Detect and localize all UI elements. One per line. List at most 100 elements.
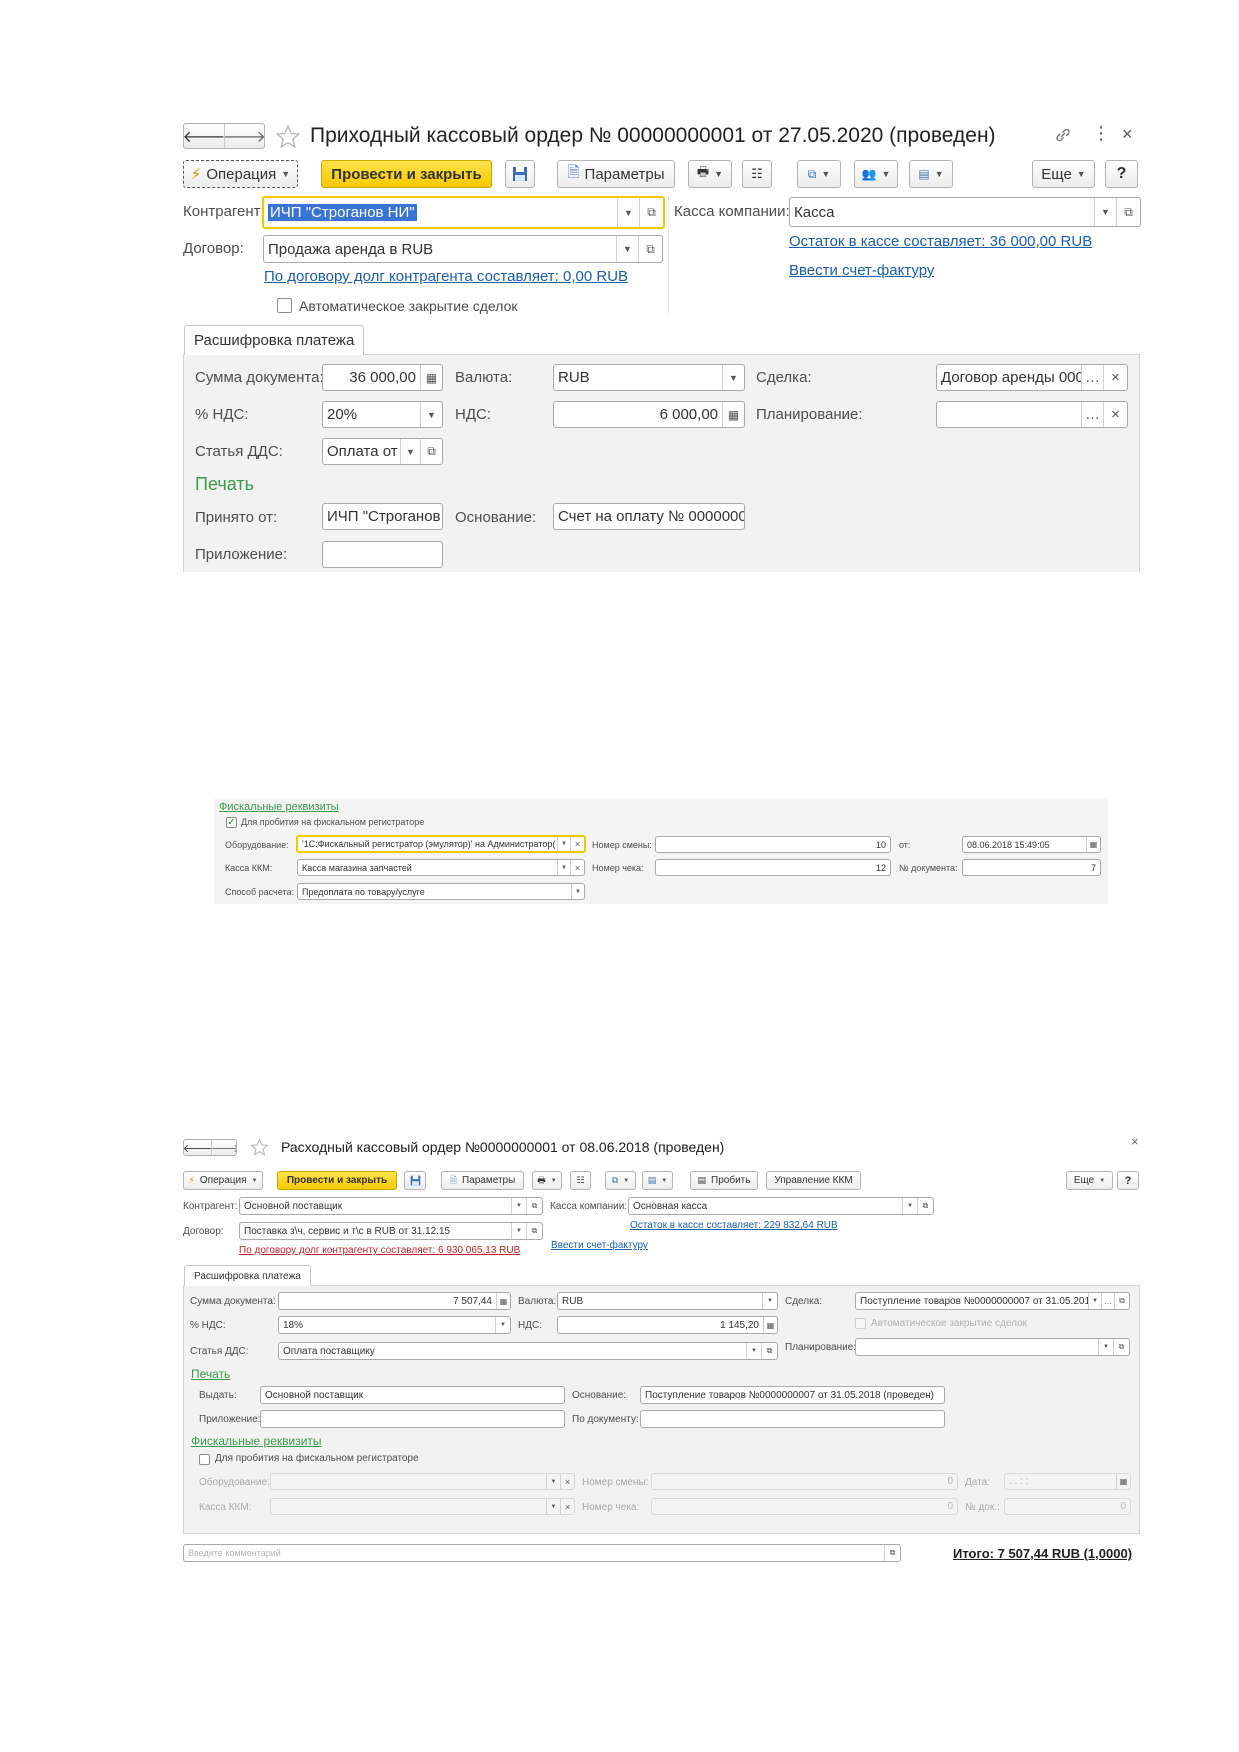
dropdown-icon[interactable]: ▼ [557, 860, 570, 875]
open-icon[interactable]: ⧉ [526, 1198, 542, 1214]
basis-field[interactable]: Поступление товаров №0000000007 от 31.05… [640, 1386, 945, 1404]
shift-field[interactable]: 0 [651, 1473, 958, 1490]
contract-field[interactable]: Поставка з\ч, сервис и т\с в RUB от 31.1… [239, 1222, 543, 1240]
dropdown-icon[interactable]: ▼ [1094, 198, 1116, 226]
received-field[interactable]: ИЧП "Строганов Н [322, 503, 443, 530]
payment-method-field[interactable]: Предоплата по товару/услуге ▼ [297, 883, 585, 900]
save-button[interactable] [505, 160, 535, 188]
forward-button[interactable]: 🡒 [210, 1140, 236, 1155]
clear-icon[interactable]: × [570, 860, 584, 875]
forward-button[interactable]: 🡒 [223, 124, 264, 148]
kkm-field[interactable]: ▼ × [270, 1498, 575, 1515]
operation-button[interactable]: ⚡ Операция ▼ [183, 1171, 263, 1190]
invoice-link[interactable]: Ввести счет-фактуру [551, 1240, 648, 1251]
punch-button[interactable]: ▤ Пробить [690, 1171, 758, 1190]
vat-field[interactable]: 1 145,20 ▦ [557, 1316, 778, 1334]
clear-icon[interactable]: × [570, 837, 584, 851]
dropdown-icon[interactable]: ▼ [762, 1293, 777, 1309]
more-menu-icon[interactable]: ⋮ [1092, 123, 1110, 144]
more-button[interactable]: Еще ▼ [1032, 160, 1095, 188]
currency-field[interactable]: RUB ▼ [557, 1292, 778, 1310]
tab-payment-breakdown[interactable]: Расшифровка платежа [184, 1265, 311, 1286]
dropdown-icon[interactable]: ▼ [1098, 1339, 1113, 1355]
open-icon[interactable]: ⧉ [526, 1223, 542, 1239]
select-icon[interactable]: … [1081, 402, 1103, 427]
dropdown-icon[interactable]: ▼ [495, 1317, 510, 1333]
calendar-icon[interactable]: ▦ [1086, 837, 1100, 852]
basis-field[interactable]: Счет на оплату № 00000000 [553, 503, 745, 530]
operation-button[interactable]: ⚡ Операция ▼ [183, 160, 298, 188]
shift-field[interactable]: 10 [655, 836, 891, 853]
dropdown-icon[interactable]: ▼ [616, 236, 638, 262]
create-based-button[interactable]: ⧉ ▼ [605, 1171, 636, 1190]
dropdown-icon[interactable]: ▼ [511, 1223, 526, 1239]
print-button[interactable]: 🖶 ▼ [688, 160, 732, 188]
dropdown-icon[interactable]: ▼ [571, 884, 584, 899]
equipment-field[interactable]: ▼ × [270, 1473, 575, 1490]
contract-field[interactable]: Продажа аренда в RUB ▼ ⧉ [263, 235, 663, 263]
dropdown-icon[interactable]: ▼ [546, 1499, 560, 1514]
more-button[interactable]: Еще ▼ [1066, 1171, 1113, 1190]
help-button[interactable]: ? [1117, 1171, 1139, 1190]
open-icon[interactable]: ⧉ [884, 1545, 900, 1561]
sum-field[interactable]: 7 507,44 ▦ [278, 1292, 511, 1310]
fiscal-details-link[interactable]: Фискальные реквизиты [191, 1434, 322, 1448]
users-button[interactable]: 👥 ▼ [854, 160, 898, 188]
balance-link[interactable]: Остаток в кассе составляет: 229 832,64 R… [630, 1220, 838, 1231]
fiscal-checkbox[interactable] [199, 1454, 210, 1465]
favorite-star-icon[interactable] [275, 124, 301, 150]
cash-field[interactable]: Основная касса ▼ ⧉ [628, 1197, 934, 1215]
clear-icon[interactable]: × [1103, 402, 1127, 427]
deal-field[interactable]: Поступление товаров №0000000007 от 31.05… [855, 1292, 1130, 1310]
docnum-field[interactable]: 0 [1004, 1498, 1131, 1515]
open-icon[interactable]: ⧉ [917, 1198, 933, 1214]
dropdown-icon[interactable]: ▼ [617, 198, 639, 227]
date-field[interactable]: . . : : ▦ [1004, 1473, 1131, 1490]
favorite-star-icon[interactable] [250, 1138, 269, 1157]
post-and-close-button[interactable]: Провести и закрыть [321, 160, 492, 188]
parameters-button[interactable]: 🗎 Параметры [557, 160, 675, 188]
vat-pct-field[interactable]: 18% ▼ [278, 1316, 511, 1334]
reports-button[interactable]: ▤ ▼ [642, 1171, 673, 1190]
close-icon[interactable]: × [1122, 124, 1133, 145]
dropdown-icon[interactable]: ▼ [420, 402, 442, 427]
kkm-control-button[interactable]: Управление ККМ [766, 1171, 861, 1190]
dds-field[interactable]: Оплата от ▼ ⧉ [322, 438, 443, 465]
dds-field[interactable]: Оплата поставщику ▼ ⧉ [278, 1342, 778, 1360]
check-field[interactable]: 0 [651, 1498, 958, 1515]
comment-field[interactable]: Введите комментарий ⧉ [183, 1544, 901, 1562]
vat-pct-field[interactable]: 20% ▼ [322, 401, 443, 428]
planning-field[interactable]: ▼ ⧉ [855, 1338, 1130, 1356]
create-based-button[interactable]: ⧉ ▼ [797, 160, 841, 188]
tab-payment-breakdown[interactable]: Расшифровка платежа [184, 325, 365, 355]
calculator-icon[interactable]: ▦ [722, 402, 744, 427]
bydoc-field[interactable] [640, 1410, 945, 1428]
docnum-field[interactable]: 7 [962, 859, 1101, 876]
dropdown-icon[interactable]: ▼ [1088, 1293, 1101, 1309]
dropdown-icon[interactable]: ▼ [511, 1198, 526, 1214]
parameters-button[interactable]: 🗎 Параметры [441, 1171, 524, 1190]
fiscal-title-link[interactable]: Фискальные реквизиты [219, 801, 339, 813]
attach-field[interactable] [322, 541, 443, 568]
open-icon[interactable]: ⧉ [420, 439, 442, 464]
dropdown-icon[interactable]: ▼ [546, 1474, 560, 1489]
open-icon[interactable]: ⧉ [639, 198, 663, 227]
structure-button[interactable]: ☷ [570, 1171, 591, 1190]
structure-button[interactable]: ☷ [742, 160, 772, 188]
open-icon[interactable]: ⧉ [761, 1343, 777, 1359]
open-icon[interactable]: ⧉ [1114, 1293, 1129, 1309]
dropdown-icon[interactable]: ▼ [746, 1343, 761, 1359]
debt-link[interactable]: По договору долг контрагента составляет:… [264, 268, 628, 285]
reports-button[interactable]: ▤ ▼ [909, 160, 953, 188]
kkm-field[interactable]: Касса магазина запчастей ▼ × [297, 859, 585, 876]
from-field[interactable]: 08.06.2018 15:49:05 ▦ [962, 836, 1101, 853]
sum-field[interactable]: 36 000,00 ▦ [322, 364, 443, 391]
auto-close-checkbox[interactable] [855, 1318, 866, 1329]
dropdown-icon[interactable]: ▼ [400, 439, 420, 464]
debt-link[interactable]: По договору долг контрагенту составляет:… [239, 1245, 520, 1256]
deal-field[interactable]: Договор аренды 0000 … × [936, 364, 1128, 391]
planning-field[interactable]: … × [936, 401, 1128, 428]
clear-icon[interactable]: × [560, 1499, 574, 1514]
calculator-icon[interactable]: ▦ [420, 365, 442, 390]
print-button[interactable]: 🖶 ▼ [532, 1171, 562, 1190]
